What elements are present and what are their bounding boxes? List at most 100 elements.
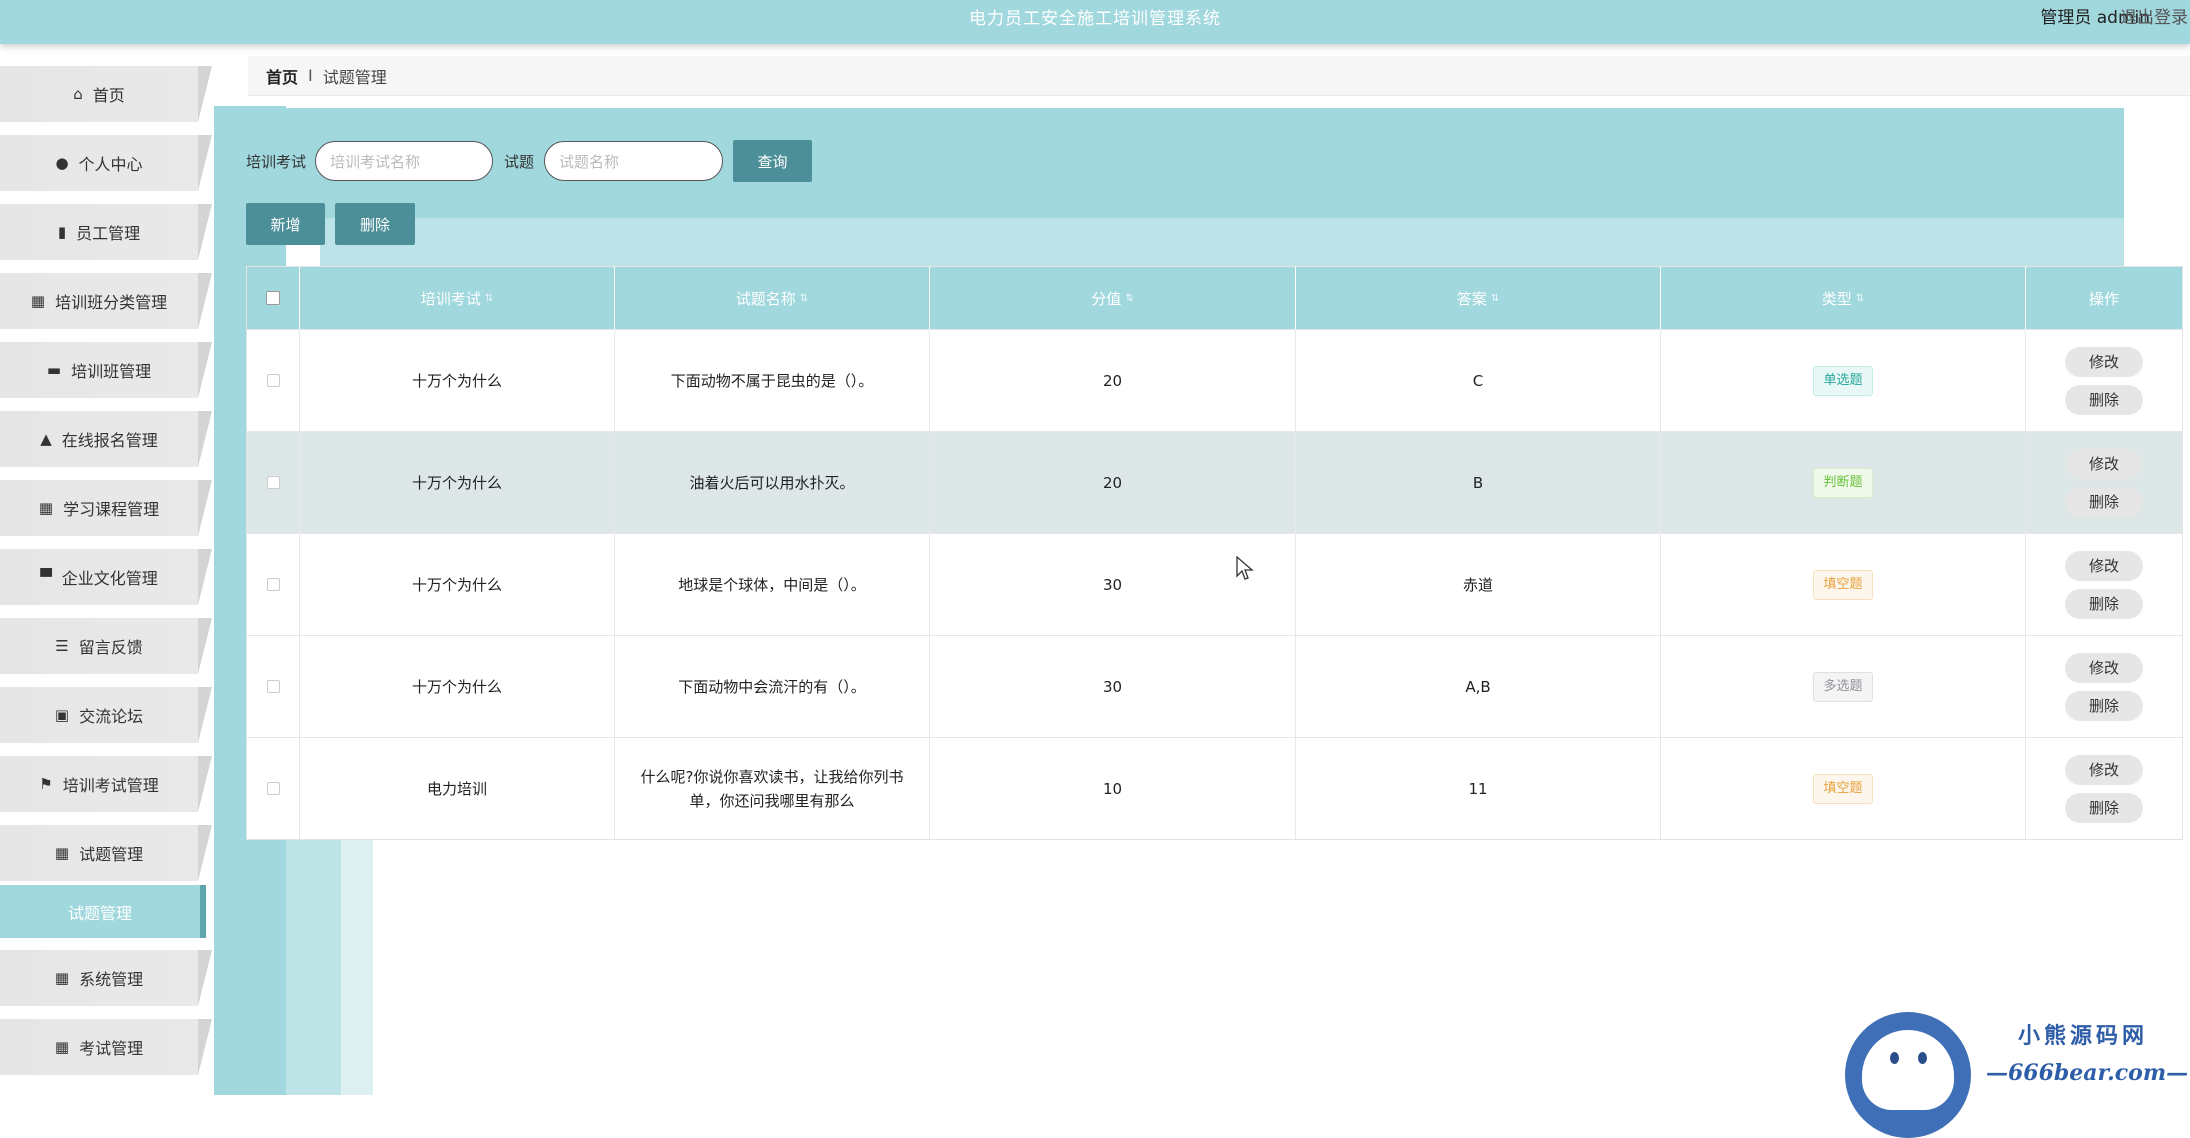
watermark-url: —666bear.com—	[1986, 1060, 2189, 1086]
sidebar-item-class-category[interactable]: ▦ 培训班分类管理	[0, 273, 212, 329]
logout-link[interactable]: 退出登录	[2120, 3, 2188, 28]
sidebar-item-label: 企业文化管理	[61, 569, 158, 588]
sidebar-item-label: 考试管理	[79, 1039, 144, 1058]
breadcrumb-separator: I	[308, 66, 313, 85]
sidebar-item-label: 培训班分类管理	[55, 293, 168, 312]
breadcrumb-current: 试题管理	[322, 67, 387, 87]
grid-icon: ▦	[54, 1038, 70, 1056]
table-row: 十万个为什么 下面动物不属于昆虫的是（）。 20 C 单选题 修改 删除	[247, 329, 2182, 431]
sidebar-item-registration[interactable]: ▲ 在线报名管理	[0, 411, 212, 467]
sidebar-item-label: 培训考试管理	[62, 776, 159, 795]
search-panel	[214, 108, 2124, 218]
sidebar-item-label: 个人中心	[78, 155, 143, 174]
cell-score: 20	[930, 330, 1296, 431]
flag-icon: ⚑	[39, 775, 53, 793]
delete-button[interactable]: 删除	[2065, 792, 2143, 823]
column-header-answer[interactable]: 答案 ⇅	[1296, 267, 1661, 329]
row-checkbox[interactable]	[266, 476, 280, 489]
column-header-type[interactable]: 类型 ⇅	[1661, 267, 2026, 329]
edit-button[interactable]: 修改	[2065, 754, 2143, 785]
cell-score: 30	[930, 534, 1296, 635]
cell-answer: A,B	[1296, 636, 1661, 737]
column-header-question[interactable]: 试题名称 ⇅	[615, 267, 930, 329]
cell-exam: 十万个为什么	[300, 534, 615, 635]
sidebar-item-question[interactable]: ▦ 试题管理	[0, 825, 212, 881]
row-checkbox[interactable]	[266, 578, 280, 591]
background-strip	[286, 840, 341, 1095]
monitor-icon: ▀	[40, 568, 52, 586]
sort-icon: ⇅	[1855, 292, 1865, 304]
bear-eye-icon	[1918, 1052, 1927, 1064]
table-header: 培训考试 ⇅ 试题名称 ⇅ 分值 ⇅ 答案 ⇅ 类型 ⇅ 操作	[247, 267, 2182, 329]
delete-button[interactable]: 删除	[2065, 486, 2143, 517]
sidebar-item-system[interactable]: ▦ 系统管理	[0, 950, 212, 1006]
grid-icon: ▦	[54, 969, 70, 987]
sidebar-item-label: 学习课程管理	[63, 500, 160, 519]
sidebar-item-forum[interactable]: ▣ 交流论坛	[0, 687, 212, 743]
search-panel-lower	[320, 218, 2124, 266]
edit-button[interactable]: 修改	[2065, 550, 2143, 581]
row-checkbox[interactable]	[266, 680, 280, 693]
column-header-exam[interactable]: 培训考试 ⇅	[300, 267, 615, 329]
cell-question: 油着火后可以用水扑灭。	[615, 432, 930, 533]
mouse-cursor-icon	[1236, 556, 1254, 580]
row-checkbox[interactable]	[266, 374, 280, 387]
list-icon: ☰	[55, 637, 69, 655]
delete-button[interactable]: 删除	[2065, 588, 2143, 619]
delete-button[interactable]: 删除	[2065, 384, 2143, 415]
sidebar-item-course[interactable]: ▦ 学习课程管理	[0, 480, 212, 536]
select-all-cell	[247, 267, 300, 329]
sort-icon: ⇅	[799, 292, 809, 304]
sidebar-item-feedback[interactable]: ☰ 留言反馈	[0, 618, 212, 674]
edit-button[interactable]: 修改	[2065, 652, 2143, 683]
sidebar-item-culture[interactable]: ▀ 企业文化管理	[0, 549, 212, 605]
cell-exam: 十万个为什么	[300, 330, 615, 431]
sidebar-item-personal-center[interactable]: ● 个人中心	[0, 135, 212, 191]
sidebar-item-home[interactable]: ⌂ 首页	[0, 66, 212, 122]
cell-score: 10	[930, 738, 1296, 839]
grid-icon: ▦	[54, 844, 70, 862]
question-search-input[interactable]: 试题名称	[544, 141, 723, 181]
cell-exam: 电力培训	[300, 738, 615, 839]
home-icon: ⌂	[73, 85, 83, 103]
select-all-checkbox[interactable]	[266, 291, 280, 305]
sidebar-subitem-question[interactable]: 试题管理	[0, 885, 206, 938]
type-badge: 多选题	[1813, 671, 1873, 702]
type-badge: 判断题	[1813, 467, 1873, 498]
question-table: 培训考试 ⇅ 试题名称 ⇅ 分值 ⇅ 答案 ⇅ 类型 ⇅ 操作 十万个为什么 下面动物不属…	[246, 266, 2183, 840]
type-badge: 单选题	[1813, 365, 1873, 396]
app-title: 电力员工安全施工培训管理系统	[969, 9, 1221, 29]
delete-button[interactable]: 删除	[2065, 690, 2143, 721]
sidebar-item-label: 系统管理	[79, 970, 144, 989]
top-header: 电力员工安全施工培训管理系统 管理员 admin 退出登录	[0, 0, 2190, 44]
cell-question: 什么呢?你说你喜欢读书，让我给你列书单，你还问我哪里有那么	[615, 738, 930, 839]
edit-button[interactable]: 修改	[2065, 346, 2143, 377]
sidebar-item-employee[interactable]: ▮ 员工管理	[0, 204, 212, 260]
exam-search-input[interactable]: 培训考试名称	[315, 141, 493, 181]
cell-answer: B	[1296, 432, 1661, 533]
bar-chart-icon: ▮	[57, 223, 67, 241]
table-row: 十万个为什么 油着火后可以用水扑灭。 20 B 判断题 修改 删除	[247, 431, 2182, 533]
sidebar-item-exam[interactable]: ⚑ 培训考试管理	[0, 756, 212, 812]
cell-answer: 11	[1296, 738, 1661, 839]
sidebar-item-class[interactable]: ▬ 培训班管理	[0, 342, 212, 398]
sidebar-item-label: 试题管理	[79, 845, 144, 864]
clipboard-icon: ▣	[54, 706, 70, 724]
batch-delete-button[interactable]: 删除	[335, 203, 415, 245]
column-header-score[interactable]: 分值 ⇅	[930, 267, 1296, 329]
add-button[interactable]: 新增	[246, 203, 325, 245]
breadcrumb-home[interactable]: 首页	[266, 64, 298, 88]
sidebar-item-label: 首页	[92, 86, 125, 105]
sidebar-item-exam-manage[interactable]: ▦ 考试管理	[0, 1019, 212, 1075]
breadcrumb: 首页 I 试题管理	[248, 56, 2190, 96]
cell-question: 下面动物中会流汗的有（）。	[615, 636, 930, 737]
cell-question: 下面动物不属于昆虫的是（）。	[615, 330, 930, 431]
sidebar-item-label: 在线报名管理	[61, 431, 158, 450]
sidebar-item-label: 培训班管理	[71, 362, 152, 381]
query-button[interactable]: 查询	[733, 140, 812, 182]
sort-icon: ⇅	[1490, 292, 1500, 304]
cell-score: 20	[930, 432, 1296, 533]
grid-icon: ▦	[38, 499, 54, 517]
edit-button[interactable]: 修改	[2065, 448, 2143, 479]
row-checkbox[interactable]	[266, 782, 280, 795]
